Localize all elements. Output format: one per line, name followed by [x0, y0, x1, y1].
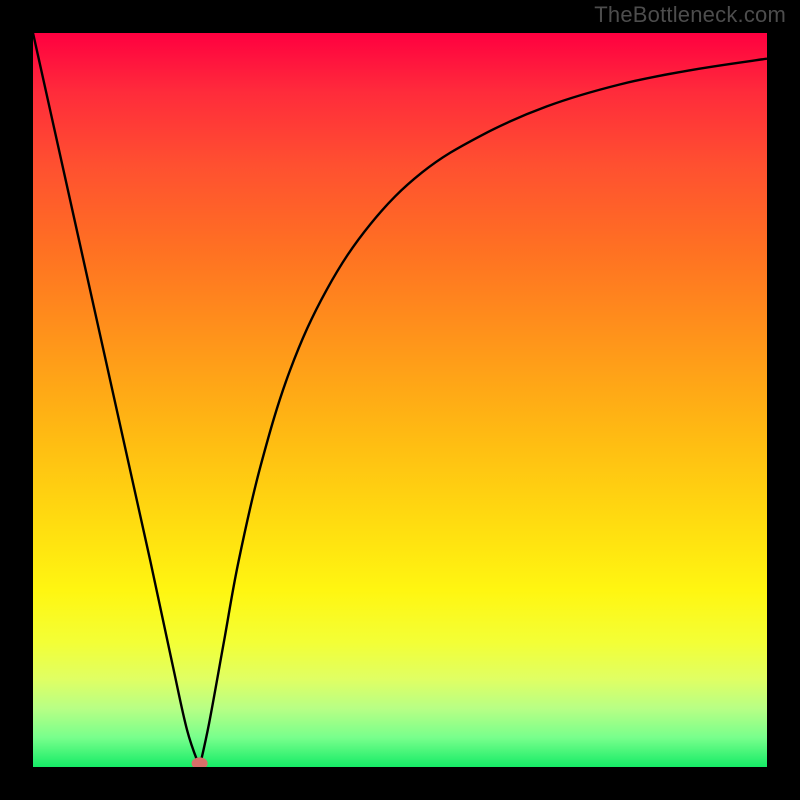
optimum-marker — [192, 757, 208, 767]
bottleneck-curve — [33, 33, 767, 767]
plot-area — [33, 33, 767, 767]
watermark-text: TheBottleneck.com — [594, 2, 786, 28]
chart-frame: TheBottleneck.com — [0, 0, 800, 800]
